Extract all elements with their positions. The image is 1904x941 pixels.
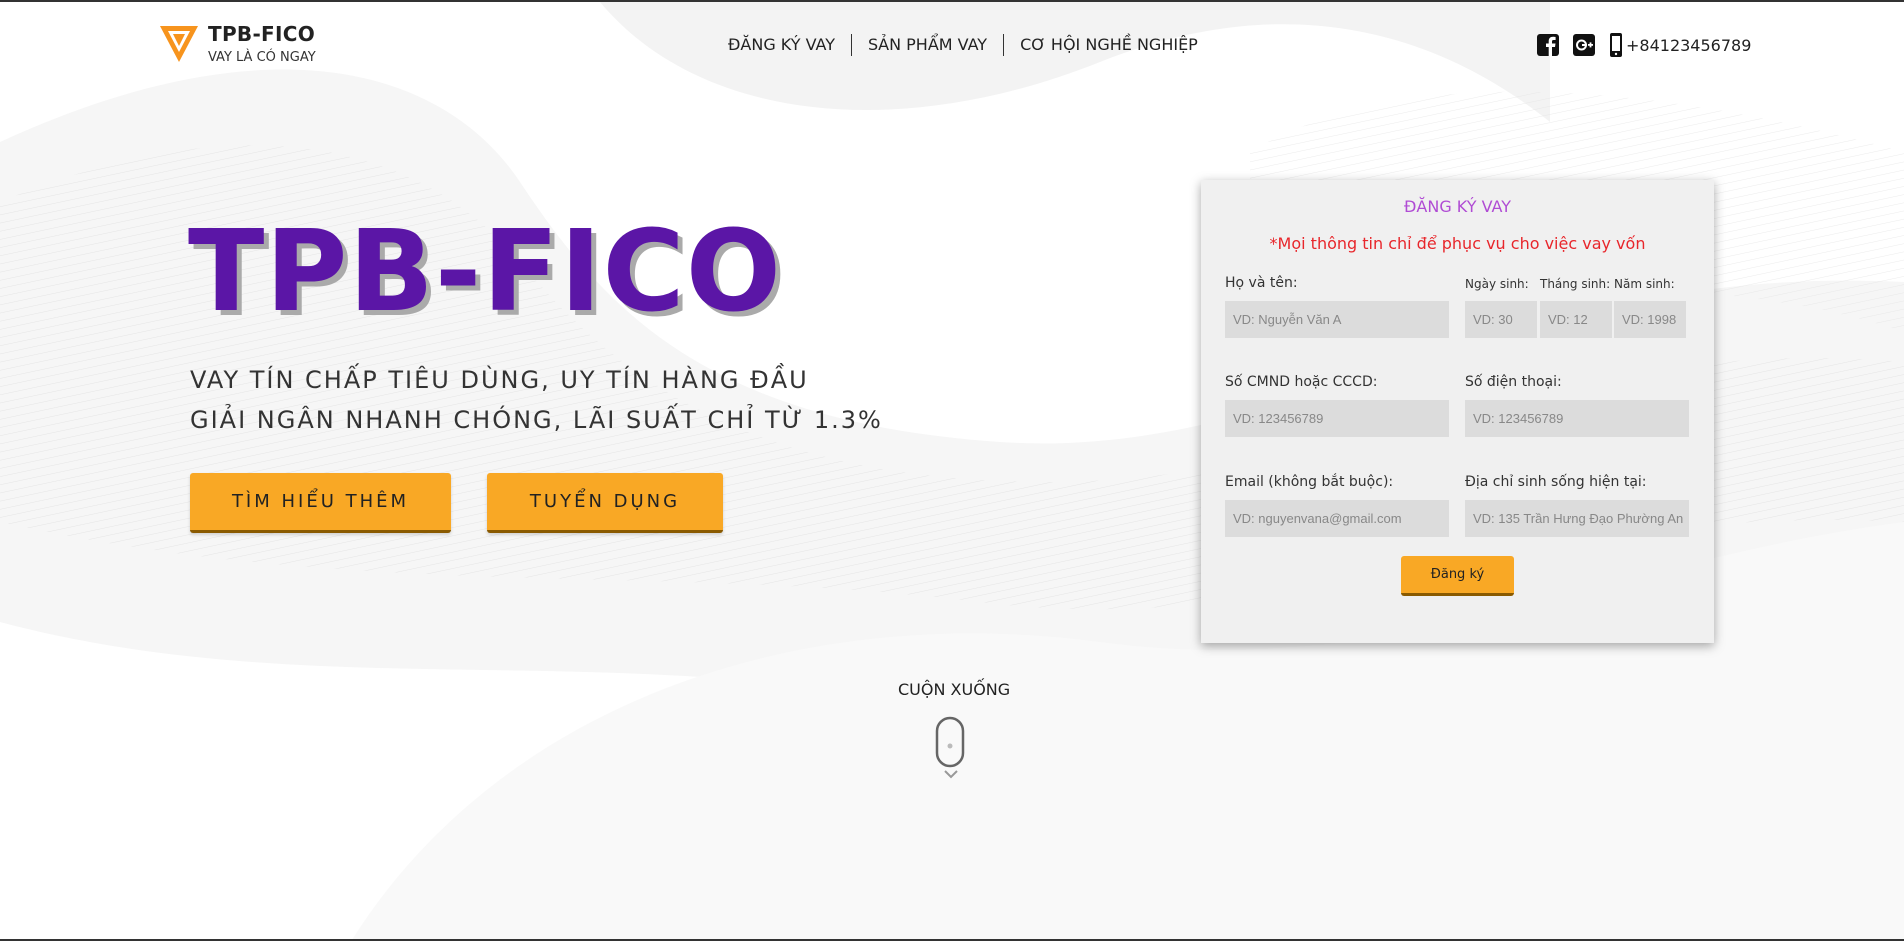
hero-subtitle-line-2: GIẢI NGÂN NHANH CHÓNG, LÃI SUẤT CHỈ TỪ 1… bbox=[190, 406, 883, 434]
birth-month-field[interactable] bbox=[1540, 301, 1612, 338]
nav-item-dang-ky-vay[interactable]: ĐĂNG KÝ VAY bbox=[718, 33, 851, 57]
page: TPB-FICO VAY LÀ CÓ NGAY ĐĂNG KÝ VAY SẢN … bbox=[0, 0, 1904, 941]
scroll-down-label[interactable]: CUỘN XUỐNG bbox=[898, 680, 1010, 699]
birth-day-field[interactable] bbox=[1465, 301, 1537, 338]
full-name-label: Họ và tên: bbox=[1225, 275, 1298, 291]
nav-item-san-pham-vay[interactable]: SẢN PHẨM VAY bbox=[852, 33, 1003, 57]
birth-year-label: Năm sinh: bbox=[1614, 277, 1675, 291]
birth-year-field[interactable] bbox=[1614, 301, 1686, 338]
google-plus-icon[interactable] bbox=[1573, 34, 1595, 56]
email-label: Email (không bắt buộc): bbox=[1225, 474, 1394, 490]
birth-month-label: Tháng sinh: bbox=[1540, 277, 1611, 291]
form-notice: *Mọi thông tin chỉ để phục vụ cho việc v… bbox=[1269, 234, 1646, 253]
form-title: ĐĂNG KÝ VAY bbox=[1404, 197, 1511, 216]
email-field[interactable] bbox=[1225, 500, 1449, 537]
birth-day-label: Ngày sinh: bbox=[1465, 277, 1529, 291]
full-name-field[interactable] bbox=[1225, 301, 1449, 338]
logo-icon bbox=[160, 26, 198, 62]
hero-subtitle-line-1: VAY TÍN CHẤP TIÊU DÙNG, UY TÍN HÀNG ĐẦU bbox=[190, 366, 809, 394]
logo[interactable]: TPB-FICO VAY LÀ CÓ NGAY bbox=[158, 22, 316, 66]
logo-title: TPB-FICO bbox=[208, 22, 316, 46]
address-field[interactable] bbox=[1465, 500, 1689, 537]
chevron-down-icon bbox=[944, 770, 958, 779]
logo-tagline: VAY LÀ CÓ NGAY bbox=[208, 50, 316, 65]
learn-more-button[interactable]: TÌM HIỂU THÊM bbox=[190, 473, 451, 533]
main-nav: ĐĂNG KÝ VAY SẢN PHẨM VAY CƠ HỘI NGHỀ NGH… bbox=[718, 33, 1214, 57]
id-number-label: Số CMND hoặc CCCD: bbox=[1225, 374, 1378, 390]
phone-number[interactable]: +84123456789 bbox=[1626, 36, 1751, 55]
hero-title: TPB-FICO bbox=[188, 207, 782, 337]
id-number-field[interactable] bbox=[1225, 400, 1449, 437]
address-label: Địa chỉ sinh sống hiện tại: bbox=[1465, 474, 1647, 490]
mouse-scroll-icon[interactable] bbox=[935, 716, 965, 768]
nav-item-co-hoi-nghe-nghiep[interactable]: CƠ HỘI NGHỀ NGHIỆP bbox=[1004, 33, 1214, 57]
logo-text: TPB-FICO VAY LÀ CÓ NGAY bbox=[208, 22, 316, 66]
phone-icon bbox=[1610, 33, 1622, 57]
recruitment-button[interactable]: TUYỂN DỤNG bbox=[487, 473, 723, 533]
phone-label: Số điện thoại: bbox=[1465, 374, 1562, 390]
loan-registration-form: ĐĂNG KÝ VAY *Mọi thông tin chỉ để phục v… bbox=[1201, 180, 1714, 643]
register-submit-button[interactable]: Đăng ký bbox=[1401, 556, 1514, 596]
facebook-icon[interactable] bbox=[1537, 34, 1559, 56]
phone-field[interactable] bbox=[1465, 400, 1689, 437]
social-links: +84123456789 bbox=[1537, 33, 1751, 57]
